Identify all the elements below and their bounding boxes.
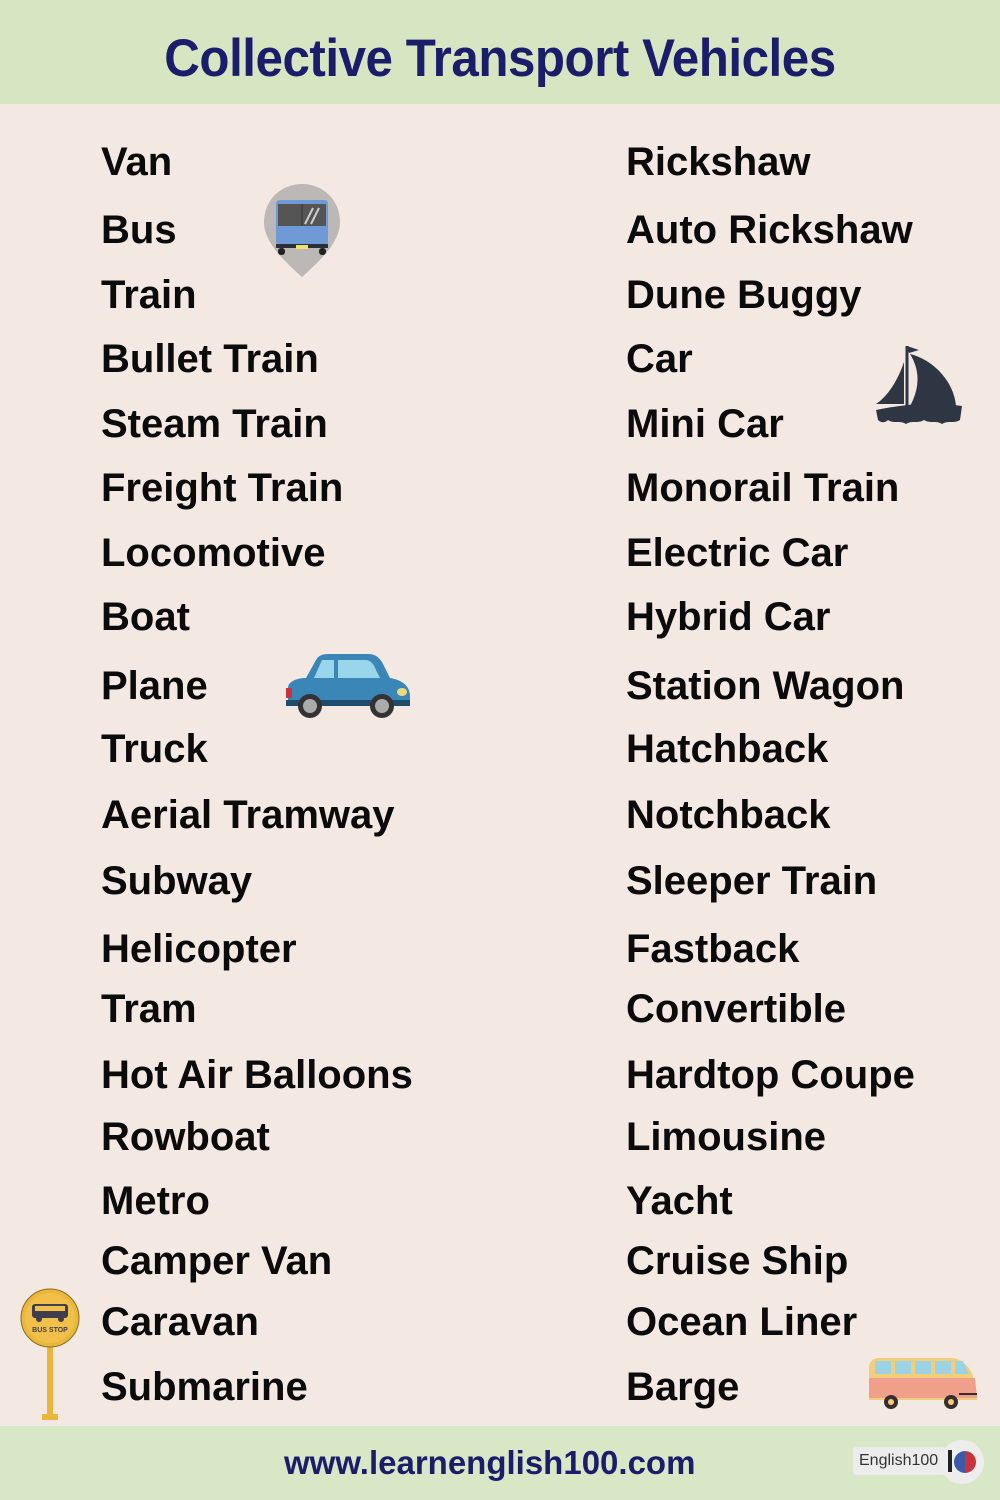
- svg-text:BUS STOP: BUS STOP: [32, 1327, 68, 1334]
- vocabulary-word: Hatchback: [626, 727, 829, 771]
- vocabulary-word: Boat: [101, 595, 190, 639]
- vocabulary-word: Tram: [101, 987, 197, 1031]
- vocabulary-word: Electric Car: [626, 531, 849, 575]
- vocabulary-word: Metro: [101, 1179, 210, 1223]
- vocabulary-word: Fastback: [626, 927, 800, 971]
- vocabulary-word: Yacht: [626, 1179, 733, 1223]
- vocabulary-word: Barge: [626, 1365, 740, 1409]
- vocabulary-word: Limousine: [626, 1115, 827, 1159]
- brand-badge: English100: [853, 1447, 945, 1475]
- sailboat-icon: [876, 346, 962, 424]
- vocabulary-word: Sleeper Train: [626, 859, 878, 903]
- vocabulary-word: Rowboat: [101, 1115, 270, 1159]
- vocabulary-word: Rickshaw: [626, 140, 811, 184]
- vocabulary-word: Plane: [101, 664, 208, 708]
- vocabulary-word: Hardtop Coupe: [626, 1053, 915, 1097]
- vocabulary-word: Notchback: [626, 793, 831, 837]
- vocabulary-word: Caravan: [101, 1300, 259, 1344]
- vocabulary-word: Submarine: [101, 1365, 308, 1409]
- page-title: Collective Transport Vehicles: [164, 29, 836, 88]
- vocabulary-word: Hot Air Balloons: [101, 1053, 413, 1097]
- bus-stop-sign-icon: BUS STOP: [20, 1288, 80, 1420]
- vocabulary-word: Aerial Tramway: [101, 793, 395, 837]
- vocabulary-word: Bullet Train: [101, 337, 319, 381]
- car-icon: [286, 654, 410, 718]
- vocabulary-word: Monorail Train: [626, 466, 900, 510]
- vocabulary-word: Auto Rickshaw: [626, 208, 913, 252]
- vocabulary-word: Hybrid Car: [626, 595, 831, 639]
- vocabulary-word: Ocean Liner: [626, 1300, 858, 1344]
- vocabulary-word: Convertible: [626, 987, 847, 1031]
- camper-van-icon: [869, 1358, 977, 1409]
- bus-location-pin-icon: [264, 184, 340, 277]
- vocabulary-word: Helicopter: [101, 927, 297, 971]
- vocabulary-word: Mini Car: [626, 402, 784, 446]
- vocabulary-word: Truck: [101, 727, 208, 771]
- vocabulary-word: Steam Train: [101, 402, 328, 446]
- vocabulary-word: Car: [626, 337, 693, 381]
- website-link[interactable]: www.learnenglish100.com: [284, 1444, 695, 1482]
- vocabulary-word: Train: [101, 273, 197, 317]
- vocabulary-word: Locomotive: [101, 531, 326, 575]
- vocabulary-word: Van: [101, 140, 173, 184]
- vocabulary-word: Bus: [101, 208, 177, 252]
- vocabulary-word: Camper Van: [101, 1239, 333, 1283]
- vocabulary-word: Cruise Ship: [626, 1239, 849, 1283]
- vocabulary-word: Station Wagon: [626, 664, 905, 708]
- vocabulary-word: Subway: [101, 859, 253, 903]
- vocabulary-word: Freight Train: [101, 466, 344, 510]
- vocabulary-word: Dune Buggy: [626, 273, 862, 317]
- brand-logo-icon: [940, 1440, 984, 1484]
